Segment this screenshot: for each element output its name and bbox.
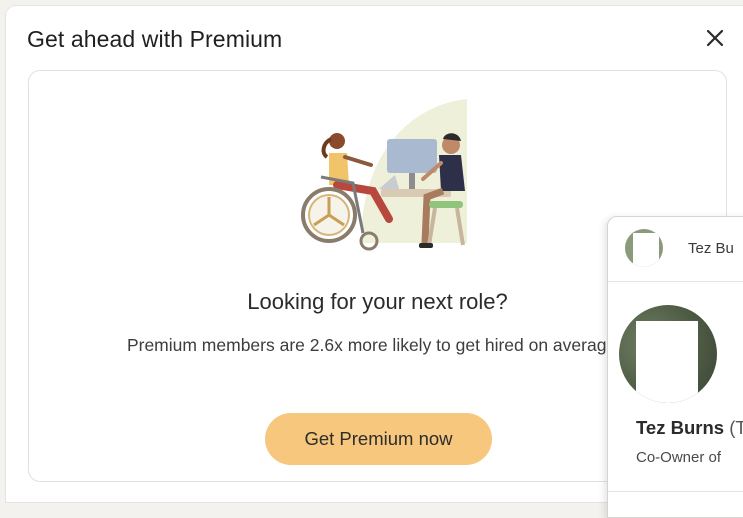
profile-header-name[interactable]: Tez Bu [688,240,734,257]
profile-name-suffix: (T [729,417,743,438]
card-body-text: Premium members are 2.6x more likely to … [126,335,622,355]
avatar-redaction [633,233,659,267]
profile-role: Co-Owner of [636,449,722,466]
profile-name-text: Tez Burns [636,417,725,438]
close-button[interactable] [701,24,729,52]
modal-title: Get ahead with Premium [27,26,283,52]
avatar[interactable] [625,229,663,267]
get-premium-button[interactable]: Get Premium now [265,413,492,465]
job-interview-illustration [301,99,467,251]
close-icon [706,29,724,47]
divider [608,491,743,492]
profile-avatar[interactable] [619,305,717,403]
profile-card-header: Tez Bu [608,217,743,282]
profile-name[interactable]: Tez Burns (T [636,417,743,439]
avatar-redaction [636,321,698,403]
profile-hover-card[interactable]: Tez Bu Tez Burns (T Co-Owner of [607,216,743,518]
